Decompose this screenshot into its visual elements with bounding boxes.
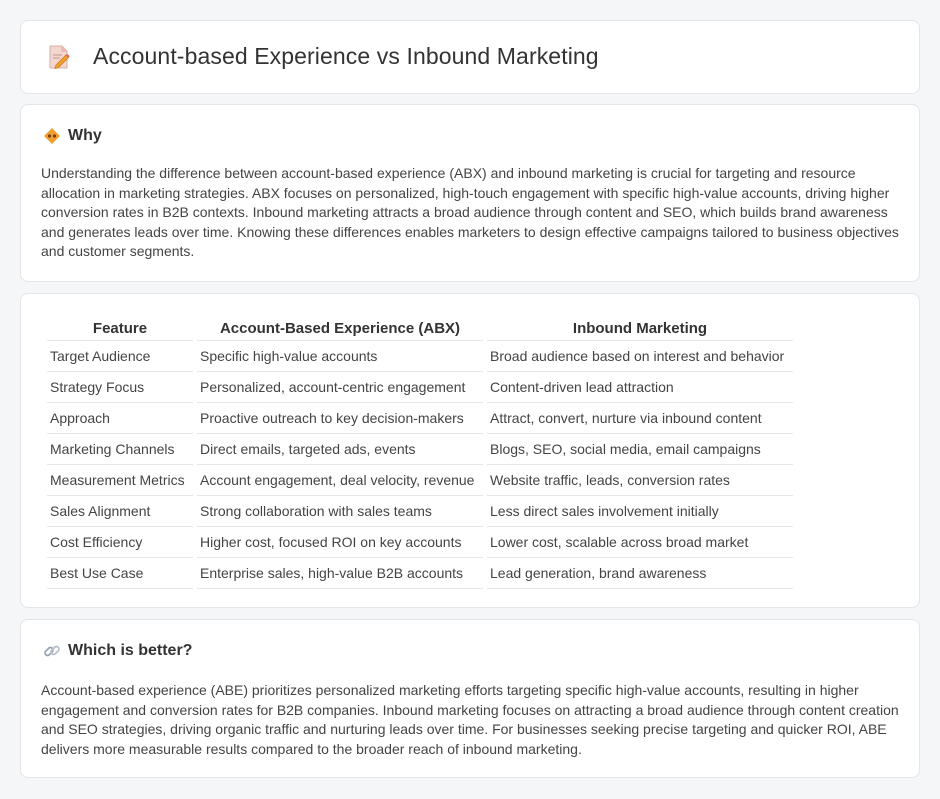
diamond-sign-icon: [44, 128, 60, 144]
table-cell-feature: Measurement Metrics: [47, 465, 193, 496]
why-body: Understanding the difference between acc…: [41, 165, 899, 260]
table-cell-abx: Personalized, account-centric engagement: [197, 372, 483, 403]
table-cell-abx: Higher cost, focused ROI on key accounts: [197, 527, 483, 558]
table-row: Measurement Metrics Account engagement, …: [47, 465, 793, 496]
table-cell-abx: Proactive outreach to key decision-maker…: [197, 403, 483, 434]
table-cell-feature: Cost Efficiency: [47, 527, 193, 558]
table-cell-inbound: Less direct sales involvement initially: [487, 496, 793, 527]
table-cell-inbound: Website traffic, leads, conversion rates: [487, 465, 793, 496]
page-title: Account-based Experience vs Inbound Mark…: [93, 43, 599, 69]
comparison-table: Feature Account-Based Experience (ABX) I…: [43, 315, 797, 589]
table-cell-feature: Sales Alignment: [47, 496, 193, 527]
why-title: Why: [68, 127, 102, 144]
column-header: Feature: [47, 315, 193, 341]
better-heading: Which is better?: [43, 642, 192, 660]
table-cell-inbound: Broad audience based on interest and beh…: [487, 341, 793, 372]
better-title: Which is better?: [68, 642, 193, 659]
title-row: Account-based Experience vs Inbound Mark…: [47, 43, 599, 70]
table-cell-abx: Account engagement, deal velocity, reven…: [197, 465, 483, 496]
why-section: Why Understanding the difference between…: [20, 104, 920, 282]
table-header-row: Feature Account-Based Experience (ABX) I…: [47, 315, 793, 341]
table-row: Cost Efficiency Higher cost, focused ROI…: [47, 527, 793, 558]
table-row: Approach Proactive outreach to key decis…: [47, 403, 793, 434]
link-icon: [44, 645, 60, 657]
table-row: Sales Alignment Strong collaboration wit…: [47, 496, 793, 527]
table-cell-abx: Specific high-value accounts: [197, 341, 483, 372]
column-header: Account-Based Experience (ABX): [197, 315, 483, 341]
table-row: Marketing Channels Direct emails, target…: [47, 434, 793, 465]
table-cell-inbound: Lower cost, scalable across broad market: [487, 527, 793, 558]
better-body: Account-based experience (ABE) prioritiz…: [41, 682, 899, 757]
table-cell-inbound: Lead generation, brand awareness: [487, 558, 793, 589]
table-cell-feature: Strategy Focus: [47, 372, 193, 403]
table-row: Strategy Focus Personalized, account-cen…: [47, 372, 793, 403]
table-cell-inbound: Attract, convert, nurture via inbound co…: [487, 403, 793, 434]
table-cell-feature: Target Audience: [47, 341, 193, 372]
column-header: Inbound Marketing: [487, 315, 793, 341]
table-row: Target Audience Specific high-value acco…: [47, 341, 793, 372]
table-cell-inbound: Blogs, SEO, social media, email campaign…: [487, 434, 793, 465]
which-is-better-section: Which is better? Account-based experienc…: [20, 619, 920, 778]
table-row: Best Use Case Enterprise sales, high-val…: [47, 558, 793, 589]
table-cell-abx: Direct emails, targeted ads, events: [197, 434, 483, 465]
table-cell-feature: Marketing Channels: [47, 434, 193, 465]
table-cell-abx: Strong collaboration with sales teams: [197, 496, 483, 527]
why-heading: Why: [43, 127, 102, 145]
table-cell-abx: Enterprise sales, high-value B2B account…: [197, 558, 483, 589]
table-cell-feature: Approach: [47, 403, 193, 434]
document-pencil-icon: [49, 45, 70, 69]
comparison-section: Feature Account-Based Experience (ABX) I…: [20, 293, 920, 608]
table-cell-feature: Best Use Case: [47, 558, 193, 589]
header-card: Account-based Experience vs Inbound Mark…: [20, 20, 920, 94]
table-cell-inbound: Content-driven lead attraction: [487, 372, 793, 403]
